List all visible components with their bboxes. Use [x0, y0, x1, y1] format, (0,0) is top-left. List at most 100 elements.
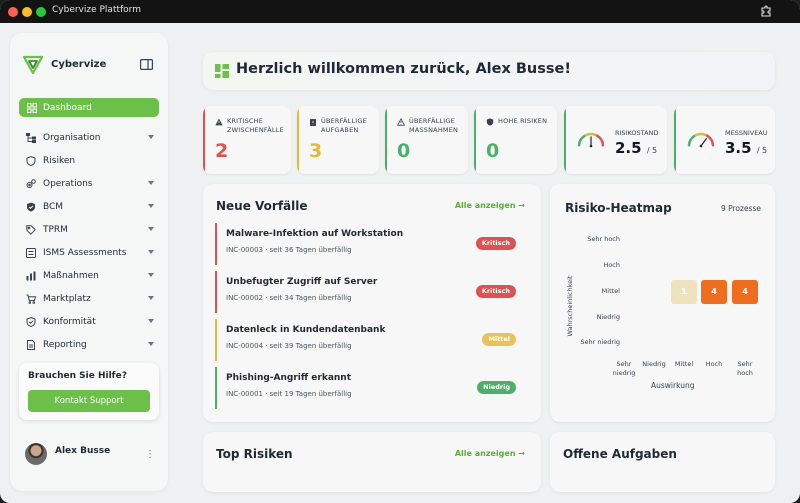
sidebar-item-label: BCM [43, 201, 64, 212]
gauge-value: 3.5 / 5 [725, 139, 767, 157]
sidebar-item-operations[interactable]: Operations [26, 172, 154, 195]
gears-icon [26, 178, 36, 188]
minimize-window-button[interactable] [22, 7, 32, 17]
app-window: Cybervize Plattform Cybervize Dashboard [0, 0, 800, 503]
gauge-card-maturity-level[interactable]: Messniveau 3.5 / 5 [674, 106, 775, 174]
incidents-card: Neue Vorfälle Alle anzeigen → Malware-In… [203, 184, 541, 422]
brand[interactable]: Cybervize [23, 55, 106, 74]
sidebar-item-bcm[interactable]: BCM [26, 195, 154, 218]
gauge-label: Risikostand [615, 129, 659, 137]
user-name: Alex Busse [55, 446, 111, 456]
sidebar-item-risiken[interactable]: Risiken [26, 149, 154, 172]
sidebar-item-label: ISMS Assessments [43, 247, 127, 258]
sidebar-item-isms-assessments[interactable]: ISMS Assessments [26, 241, 154, 264]
gauge-number: 2.5 [615, 139, 642, 157]
incident-item[interactable]: Unbefugter Zugriff auf Server INC-00002 ·… [215, 271, 525, 313]
sidebar: Cybervize Dashboard Organisation Risiken [10, 33, 168, 491]
heatmap-col-label: Mittel [674, 360, 694, 368]
help-title: Brauchen Sie Hilfe? [28, 371, 127, 381]
kpi-label: Hohe Risiken [498, 117, 548, 125]
heatmap-cell[interactable]: 4 [701, 280, 727, 304]
document-icon [27, 339, 35, 350]
incident-title: Datenleck in Kundendatenbank [226, 325, 386, 335]
sidebar-item-label: Marktplatz [43, 293, 91, 304]
user-profile[interactable]: Alex Busse ⋮ [25, 443, 155, 465]
heatmap-row-label: Sehr hoch [587, 235, 620, 243]
grid-icon [27, 102, 37, 113]
heatmap-card: Risiko-Heatmap 9 Prozesse Wahrscheinlich… [550, 184, 775, 422]
kpi-value: 2 [215, 140, 229, 162]
gauge-icon [577, 132, 605, 148]
sidebar-item-label: TPRM [43, 224, 68, 235]
open-tasks-card: Offene Aufgaben [550, 432, 775, 492]
chevron-down-icon [148, 135, 154, 139]
sidebar-item-reporting[interactable]: Reporting [26, 333, 154, 356]
kpi-value: 0 [397, 140, 411, 162]
sidebar-item-label: Konformität [43, 316, 96, 327]
sidebar-item-konformitaet[interactable]: Konformität [26, 310, 154, 333]
chevron-down-icon [148, 319, 154, 323]
kpi-accent [674, 106, 676, 174]
incident-item[interactable]: Phishing-Angriff erkannt INC-00001 · seit… [215, 367, 525, 409]
sidebar-item-tprm[interactable]: TPRM [26, 218, 154, 241]
heatmap-title: Risiko-Heatmap [565, 201, 672, 215]
incident-item[interactable]: Malware-Infektion auf Workstation INC-000… [215, 223, 525, 265]
title-bar: Cybervize Plattform [0, 0, 800, 23]
kpi-label: Überfällige Aufgaben [321, 117, 367, 134]
shield-check-icon [26, 316, 36, 327]
risks-view-all-link[interactable]: Alle anzeigen → [455, 449, 525, 458]
gauge-max: / 5 [646, 146, 658, 155]
chevron-down-icon [148, 181, 154, 185]
sidebar-item-massnahmen[interactable]: Maßnahmen [26, 264, 154, 287]
shield-icon [486, 118, 494, 126]
welcome-text: Herzlich willkommen zurück, Alex Busse! [236, 61, 571, 77]
list-icon [26, 247, 36, 258]
heatmap-col-label: Sehr hoch [737, 360, 753, 377]
heatmap-ylabel: Wahrscheinlichkeit [566, 275, 574, 337]
sidebar-item-label: Reporting [43, 339, 87, 350]
incident-meta: INC-00002 · seit 34 Tagen überfällig [226, 294, 352, 302]
heatmap-row-label: Niedrig [596, 313, 620, 321]
sidebar-item-label: Maßnahmen [43, 270, 99, 281]
severity-badge: Kritisch [475, 285, 516, 298]
kpi-card-overdue-measures[interactable]: Überfällige Maßnahmen 0 [385, 106, 468, 174]
kpi-value: 0 [486, 140, 500, 162]
kpi-card-overdue-tasks[interactable]: Überfällige Aufgaben 3 [297, 106, 379, 174]
gauge-label: Messniveau [725, 129, 768, 137]
sidebar-item-marktplatz[interactable]: Marktplatz [26, 287, 154, 310]
incident-item[interactable]: Datenleck in Kundendatenbank INC-00004 · … [215, 319, 525, 361]
extension-icon[interactable] [760, 5, 772, 17]
sidebar-item-label: Organisation [43, 132, 101, 143]
sidebar-item-dashboard[interactable]: Dashboard [19, 98, 159, 117]
contact-support-button[interactable]: Kontakt Support [28, 390, 150, 412]
incidents-view-all-link[interactable]: Alle anzeigen → [455, 201, 525, 210]
tag-icon [26, 224, 36, 235]
kpi-accent [474, 106, 476, 174]
maximize-window-button[interactable] [36, 7, 46, 17]
more-vertical-icon[interactable]: ⋮ [145, 449, 155, 460]
sidebar-item-organisation[interactable]: Organisation [26, 126, 154, 149]
kpi-card-high-risks[interactable]: Hohe Risiken 0 [474, 106, 557, 174]
gauge-card-risk-level[interactable]: Risikostand 2.5 / 5 [564, 106, 667, 174]
chevron-down-icon [148, 342, 154, 346]
help-box: Brauchen Sie Hilfe? Kontakt Support [19, 363, 159, 420]
heatmap-cell[interactable]: 1 [671, 280, 697, 304]
incident-meta: INC-00004 · seit 39 Tagen überfällig [226, 342, 352, 350]
sidebar-item-label: Dashboard [43, 102, 92, 113]
heatmap-row-label: Mittel [601, 287, 620, 295]
chevron-down-icon [148, 296, 154, 300]
brand-name: Cybervize [51, 59, 107, 70]
sidebar-item-label: Risiken [43, 155, 76, 166]
close-window-button[interactable] [8, 7, 18, 17]
heatmap-cell[interactable]: 4 [732, 280, 758, 304]
kpi-card-critical-incidents[interactable]: Kritische Zwischenfälle 2 [203, 106, 291, 174]
incident-title: Phishing-Angriff erkannt [226, 373, 352, 383]
gauge-number: 3.5 [725, 139, 752, 157]
incidents-title: Neue Vorfälle [216, 199, 308, 213]
sidebar-toggle-icon[interactable] [140, 59, 153, 70]
welcome-banner: Herzlich willkommen zurück, Alex Busse! [203, 52, 775, 90]
top-risks-title: Top Risiken [216, 447, 293, 461]
kpi-label: Überfällige Maßnahmen [409, 117, 459, 134]
incident-title: Malware-Infektion auf Workstation [226, 229, 404, 239]
heatmap-xlabel: Auswirkung [651, 381, 695, 390]
